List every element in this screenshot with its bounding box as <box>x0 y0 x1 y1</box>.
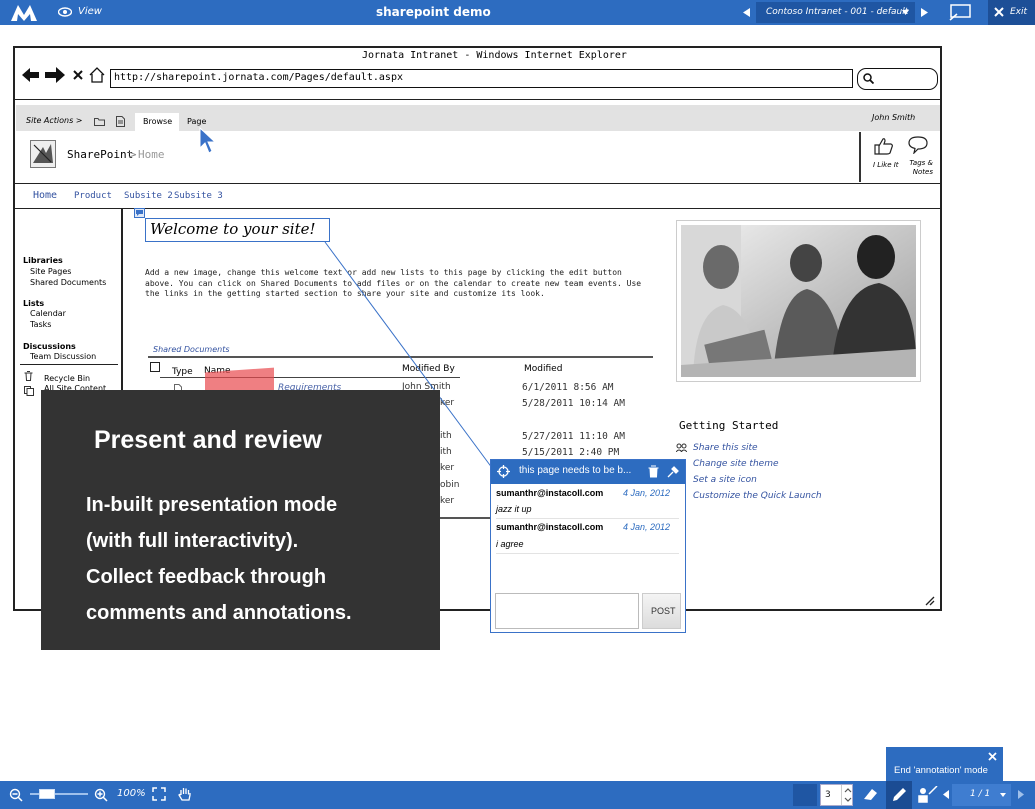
zoom-in-icon[interactable] <box>94 788 108 802</box>
eraser-icon[interactable] <box>862 787 879 802</box>
pen-tool-button[interactable] <box>886 781 912 809</box>
annotate-icon[interactable] <box>918 786 938 803</box>
slide-count: 1 / 1 <box>970 789 991 799</box>
chevron-down-icon <box>1000 793 1006 797</box>
end-annotation-label: End 'annotation' mode <box>894 765 988 776</box>
stepper-arrows[interactable] <box>841 785 853 805</box>
crosshair-icon[interactable] <box>497 465 510 478</box>
zoom-out-icon[interactable] <box>9 788 23 802</box>
comment-text: i agree <box>496 539 524 549</box>
bottom-bar: 100% 3 1 / 1 <box>0 781 1035 809</box>
comment-header: this page needs to be b... <box>491 460 685 484</box>
fit-screen-icon[interactable] <box>152 787 166 801</box>
page-number-stepper[interactable]: 3 <box>820 784 853 806</box>
overlay-line: Collect feedback through <box>86 566 327 588</box>
zoom-level: 100% <box>117 788 146 799</box>
comment-date: 4 Jan, 2012 <box>623 522 671 532</box>
post-button[interactable]: POST <box>642 593 681 629</box>
page-number-value: 3 <box>825 790 831 800</box>
comment-title: this page needs to be b... <box>519 465 632 476</box>
overlay-line: comments and annotations. <box>86 602 352 624</box>
comment-separator <box>496 553 679 554</box>
overlay-line: (with full interactivity). <box>86 530 299 552</box>
prev-slide-icon[interactable] <box>943 790 949 799</box>
comment-separator <box>496 518 679 519</box>
close-icon[interactable] <box>988 752 997 761</box>
comment-text: jazz it up <box>496 504 532 514</box>
overlay-line: In-built presentation mode <box>86 494 338 516</box>
slide-selector[interactable]: 1 / 1 <box>952 784 1011 806</box>
hand-pan-icon[interactable] <box>178 786 192 802</box>
page-color-swatch[interactable] <box>793 784 817 806</box>
comment-popup: this page needs to be b... sumanthr@inst… <box>490 459 686 633</box>
pin-icon[interactable] <box>667 465 680 478</box>
comment-input[interactable] <box>495 593 639 629</box>
next-slide-icon[interactable] <box>1018 790 1024 799</box>
zoom-slider-thumb[interactable] <box>39 789 55 799</box>
comment-user: sumanthr@instacoll.com <box>496 522 604 532</box>
trash-icon[interactable] <box>648 465 659 478</box>
comment-user: sumanthr@instacoll.com <box>496 488 604 498</box>
feature-overlay: Present and review In-built presentation… <box>41 390 440 650</box>
comment-date: 4 Jan, 2012 <box>623 488 671 498</box>
end-annotation-button[interactable]: End 'annotation' mode <box>886 747 1003 781</box>
overlay-heading: Present and review <box>94 426 322 454</box>
post-label: POST <box>651 606 676 616</box>
